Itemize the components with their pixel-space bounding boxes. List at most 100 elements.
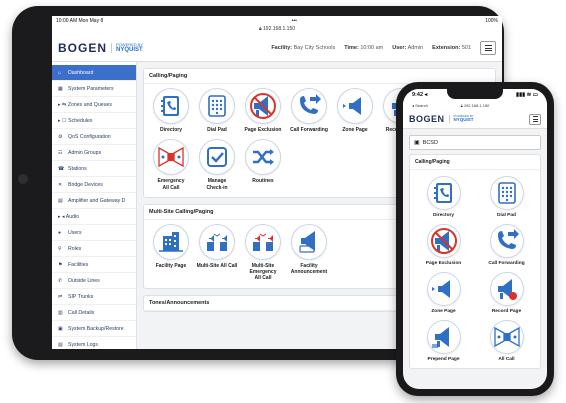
sidebar-item-amplifier-and-gateway-d[interactable]: ▤ Amplifier and Gateway D bbox=[52, 193, 136, 209]
sidebar-icon: ⇌ bbox=[58, 293, 63, 300]
tile-multi-site-emergency[interactable]: Multi-Site Emergency All Call bbox=[240, 223, 286, 282]
facility-announcement-icon bbox=[291, 223, 327, 260]
sidebar-item-zones-and-queues[interactable]: ▸ ⇆ Zones and Queues bbox=[52, 97, 136, 113]
sidebar-item-dashboard[interactable]: ⌂ Dashboard bbox=[52, 65, 136, 81]
sidebar-icon: ● bbox=[58, 229, 62, 236]
hamburger-menu-button[interactable] bbox=[480, 41, 496, 55]
user-value: Admin bbox=[407, 45, 424, 51]
tile-label: Page Exclusion bbox=[425, 260, 462, 266]
tile-multi-site-all-call[interactable]: Multi-Site All Call bbox=[194, 223, 240, 282]
tile-label: Emergency All Call bbox=[157, 178, 185, 191]
tile-label: Directory bbox=[432, 213, 455, 218]
sidebar-item-system-parameters[interactable]: ▦ System Parameters bbox=[52, 81, 136, 97]
sidebar-item-label: Outside Lines bbox=[68, 277, 100, 284]
tile-label: Zone Page bbox=[431, 308, 456, 314]
sidebar-item-label: System Logs bbox=[68, 341, 98, 348]
nyquist-logo: POWERED BY NYQUIST bbox=[448, 115, 474, 123]
tile-call-forwarding[interactable]: Call Forwarding bbox=[286, 88, 332, 133]
sidebar-item-roles[interactable]: ⚲ Roles bbox=[52, 241, 136, 257]
sidebar-item-stations[interactable]: ☎ Stations bbox=[52, 161, 136, 177]
tablet-url: 192.168.1.150 bbox=[263, 26, 296, 32]
sidebar-item-audio[interactable]: ▸ ◂ Audio bbox=[52, 209, 136, 225]
tile-label: Facility Page bbox=[155, 262, 187, 269]
sidebar-item-facilities[interactable]: ⚑ Facilities bbox=[52, 257, 136, 273]
sidebar-icon: ⚲ bbox=[58, 245, 62, 252]
sidebar-item-system-logs[interactable]: ▤ System Logs bbox=[52, 337, 136, 349]
sidebar-item-label: Users bbox=[68, 229, 82, 236]
tile-dialpad[interactable]: Dial Pad bbox=[476, 176, 538, 219]
sidebar-item-outside-lines[interactable]: ✆ Outside Lines bbox=[52, 273, 136, 289]
prepend-page-icon bbox=[426, 319, 461, 354]
tile-dialpad[interactable]: Dial Pad bbox=[194, 88, 240, 133]
tile-record-page[interactable]: Record Page bbox=[476, 271, 538, 315]
tile-page-exclusion[interactable]: Page Exclusion bbox=[413, 223, 475, 267]
call-forwarding-icon bbox=[291, 88, 327, 124]
tablet-url-bar[interactable]: 🔒︎ 192.168.1.150 bbox=[52, 26, 502, 35]
sidebar-icon: ⚑ bbox=[58, 261, 63, 268]
sidebar-nav: ⌂ Dashboard ▦ System Parameters ▸ ⇆ Zones an… bbox=[52, 62, 137, 349]
nyquist-text: NYQUIST bbox=[453, 117, 474, 123]
sidebar-item-label: ▸ ⇆ Zones and Queues bbox=[58, 101, 112, 108]
tile-facility-page[interactable]: Facility Page bbox=[148, 223, 194, 282]
sidebar-icon: ▥ bbox=[58, 309, 63, 316]
tablet-camera bbox=[18, 174, 28, 184]
tile-label: Record Page bbox=[491, 308, 522, 314]
tile-directory[interactable]: Directory bbox=[148, 88, 194, 133]
sidebar-item-admin-groups[interactable]: ☷ Admin Groups bbox=[52, 145, 136, 161]
phone-status-time: 9:42 ◂ bbox=[412, 92, 428, 98]
tile-label: All Call bbox=[498, 356, 515, 362]
tile-emergency-all-call[interactable]: Emergency All Call bbox=[148, 139, 194, 191]
sidebar-item-label: Amplifier and Gateway D bbox=[68, 197, 126, 204]
sidebar-item-bridge-devices[interactable]: ✕ Bridge Devices bbox=[52, 177, 136, 193]
building-icon: ▣ bbox=[414, 140, 420, 146]
sidebar-item-label: Bridge Devices bbox=[68, 181, 103, 188]
tile-label: Dial Pad bbox=[207, 127, 227, 133]
tile-prepend-page[interactable]: Prepend Page bbox=[413, 319, 475, 363]
sidebar-item-label: Stations bbox=[68, 165, 87, 172]
phone-screen: 9:42 ◂ ▮▮▮ ≋ ▭ ◂ Search 🔒︎ 192.168.1.150… bbox=[403, 89, 547, 389]
phone-url: 192.168.1.150 bbox=[463, 103, 490, 108]
emergency-all-call-icon bbox=[153, 139, 189, 176]
multi-site-all-call-icon bbox=[199, 223, 235, 260]
all-call-icon bbox=[489, 319, 524, 354]
manage-checkin-icon bbox=[199, 139, 235, 176]
tile-page-exclusion[interactable]: Page Exclusion bbox=[240, 88, 286, 133]
sidebar-item-call-details[interactable]: ▥ Call Details bbox=[52, 305, 136, 321]
tablet-status-battery: 100% bbox=[485, 18, 498, 24]
sidebar-item-system-backup-restore[interactable]: ▣ System Backup/Restore bbox=[52, 321, 136, 337]
page-exclusion-icon bbox=[245, 88, 281, 124]
phone-calling-paging-card: Calling/Paging Directory Dial Pad Page Exc… bbox=[409, 154, 541, 369]
sidebar-item-qos-configuration[interactable]: ⚙ QoS Configuration bbox=[52, 129, 136, 145]
sidebar-item-schedules[interactable]: ▸ ☐ Schedules bbox=[52, 113, 136, 129]
tablet-header: BOGEN POWERED BY NYQUIST Facility: Bay Ci… bbox=[52, 35, 502, 62]
facility-page-icon bbox=[153, 223, 189, 260]
tile-label: Multi-Site All Call bbox=[196, 262, 238, 269]
sidebar-item-label: ▸ ☐ Schedules bbox=[58, 117, 93, 124]
tile-label: Directory bbox=[160, 127, 182, 133]
tile-manage-checkin[interactable]: Manage Check-in bbox=[194, 139, 240, 191]
phone-url-bar[interactable]: ◂ Search 🔒︎ 192.168.1.150 bbox=[403, 101, 547, 110]
sidebar-icon: ☷ bbox=[58, 149, 63, 156]
sidebar-item-label: System Parameters bbox=[68, 85, 114, 92]
tile-zone-page[interactable]: Zone Page bbox=[413, 271, 475, 315]
sidebar-item-users[interactable]: ● Users bbox=[52, 225, 136, 241]
facility-select[interactable]: ▣ BCSD bbox=[409, 135, 541, 150]
tile-routines[interactable]: Routines bbox=[240, 139, 286, 191]
tile-label: Call Forwarding bbox=[290, 127, 328, 133]
tile-label: Multi-Site Emergency All Call bbox=[249, 262, 277, 282]
sidebar-icon: ⚙ bbox=[58, 133, 63, 140]
tile-directory[interactable]: Directory bbox=[413, 176, 475, 219]
tile-all-call[interactable]: All Call bbox=[476, 319, 538, 363]
tile-call-forwarding[interactable]: Call Forwarding bbox=[476, 223, 538, 267]
tile-zone-page[interactable]: Zone Page bbox=[332, 88, 378, 133]
tile-facility-announcement[interactable]: Facility Announcement bbox=[286, 223, 332, 282]
dialpad-icon bbox=[489, 176, 524, 210]
nyquist-text: NYQUIST bbox=[116, 47, 143, 53]
sidebar-icon: ▤ bbox=[58, 197, 63, 204]
directory-icon bbox=[426, 176, 461, 210]
sidebar-item-sip-trunks[interactable]: ⇌ SIP Trunks bbox=[52, 289, 136, 305]
phone-hamburger-menu-button[interactable] bbox=[529, 113, 541, 125]
phone-status-signal: ▮▮▮ ≋ ▭ bbox=[516, 92, 538, 98]
page-exclusion-icon bbox=[426, 223, 461, 258]
user-label: User: bbox=[392, 45, 407, 51]
